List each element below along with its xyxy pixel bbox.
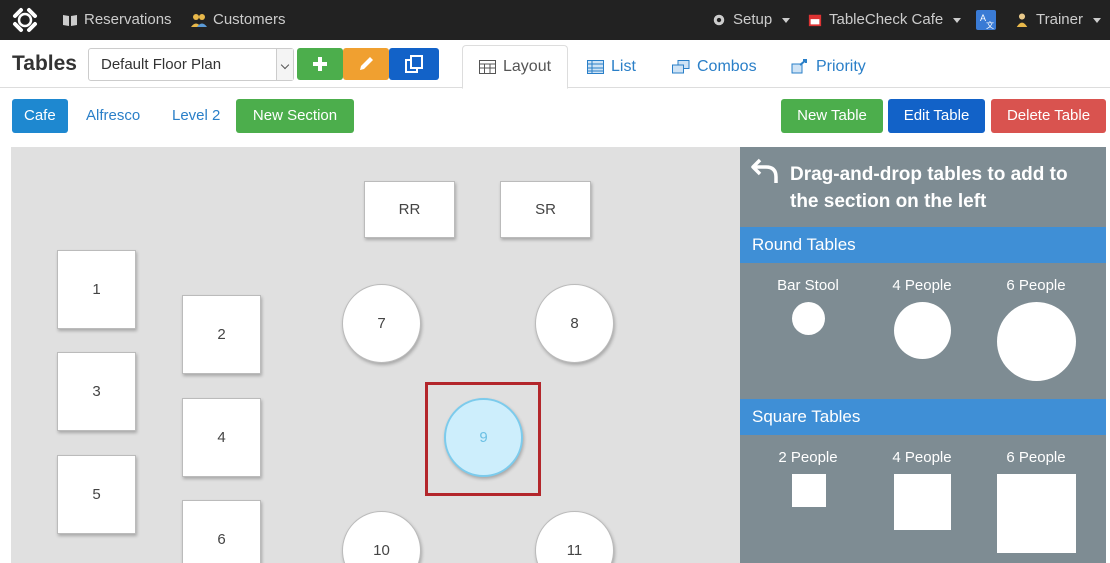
nav-setup[interactable]: Setup [711, 0, 791, 40]
table-rr[interactable]: RR [364, 181, 455, 238]
square-2-people-shape[interactable] [792, 474, 826, 507]
plus-icon [313, 57, 327, 71]
svg-text:文: 文 [986, 20, 994, 30]
chevron-down-icon [953, 17, 962, 23]
table-8[interactable]: 8 [535, 284, 614, 363]
square-2-people-label: 2 People [778, 449, 838, 466]
palette-header: Drag-and-drop tables to add to the secti… [740, 147, 1106, 227]
table-palette: Drag-and-drop tables to add to the secti… [740, 147, 1106, 563]
palette-instruction: Drag-and-drop tables to add to the secti… [790, 164, 1068, 212]
nav-venue-label: TableCheck Cafe [829, 11, 944, 28]
table-sr[interactable]: SR [500, 181, 591, 238]
table-11[interactable]: 11 [535, 511, 614, 563]
nav-reservations[interactable]: Reservations [62, 0, 172, 40]
table-5[interactable]: 5 [57, 455, 136, 534]
floor-plan-value: Default Floor Plan [101, 56, 222, 73]
section-tab-cafe[interactable]: Cafe [12, 99, 68, 133]
nav-user-label: Trainer [1036, 11, 1083, 28]
floor-canvas[interactable]: RR SR 1 2 3 4 5 6 7 8 9 10 11 [11, 147, 740, 563]
list-icon [587, 59, 604, 74]
copy-icon [405, 55, 423, 73]
nav-reservations-label: Reservations [84, 11, 172, 28]
table-10[interactable]: 10 [342, 511, 421, 563]
tab-layout[interactable]: Layout [462, 45, 569, 89]
combos-icon [672, 59, 690, 73]
add-floor-plan-button[interactable] [297, 48, 343, 80]
tab-combos[interactable]: Combos [656, 45, 773, 88]
section-tab-alfresco[interactable]: Alfresco [74, 99, 152, 133]
square-4-people-shape[interactable] [894, 474, 951, 530]
round-bar-stool-shape[interactable] [792, 302, 825, 335]
translate-icon[interactable]: A 文 [976, 10, 996, 30]
users-icon [191, 14, 207, 27]
nav-venue[interactable]: TableCheck Cafe [807, 0, 962, 40]
page-title: Tables [12, 52, 77, 75]
square-tables-heading: Square Tables [740, 399, 1106, 435]
chevron-down-icon [782, 17, 791, 23]
table-6[interactable]: 6 [182, 500, 261, 563]
tables-header: Tables Default Floor Plan Layout List Co… [0, 40, 1110, 89]
nav-customers-label: Customers [213, 11, 286, 28]
user-icon [1016, 13, 1028, 27]
table-9-selected[interactable]: 9 [444, 398, 523, 477]
table-2[interactable]: 2 [182, 295, 261, 374]
table-7[interactable]: 7 [342, 284, 421, 363]
table-4[interactable]: 4 [182, 398, 261, 477]
gear-icon [713, 14, 725, 26]
tab-layout-label: Layout [503, 58, 552, 75]
tab-combos-label: Combos [697, 57, 757, 75]
nav-customers[interactable]: Customers [191, 0, 286, 40]
back-arrow-icon [751, 158, 778, 183]
nav-setup-label: Setup [733, 11, 773, 28]
new-table-button[interactable]: New Table [781, 99, 883, 133]
square-6-people-label: 6 People [1006, 449, 1066, 466]
chevron-down-icon [1092, 17, 1101, 23]
delete-table-button[interactable]: Delete Table [991, 99, 1106, 133]
book-icon [63, 15, 77, 26]
top-navbar: Reservations Customers Setup TableCheck … [0, 0, 1110, 40]
new-section-button[interactable]: New Section [236, 99, 354, 133]
edit-table-button[interactable]: Edit Table [888, 99, 985, 133]
round-4-people-label: 4 People [892, 277, 952, 294]
table-grid-icon [479, 60, 496, 74]
pencil-icon [360, 57, 373, 70]
section-tab-level-2[interactable]: Level 2 [160, 99, 232, 133]
calendar-icon [808, 14, 822, 27]
table-3[interactable]: 3 [57, 352, 136, 431]
edit-floor-plan-button[interactable] [343, 48, 389, 80]
chevron-down-icon [276, 49, 293, 80]
tab-priority-label: Priority [816, 57, 866, 75]
round-6-people-shape[interactable] [997, 302, 1076, 381]
tab-priority[interactable]: Priority [775, 45, 882, 88]
round-tables-heading: Round Tables [740, 227, 1106, 263]
nav-user[interactable]: Trainer [1014, 0, 1101, 40]
floor-plan-select[interactable]: Default Floor Plan [88, 48, 294, 81]
square-4-people-label: 4 People [892, 449, 952, 466]
tab-list-label: List [611, 57, 636, 75]
priority-icon [791, 58, 807, 73]
round-bar-stool-label: Bar Stool [777, 277, 839, 294]
copy-floor-plan-button[interactable] [389, 48, 439, 80]
round-6-people-label: 6 People [1006, 277, 1066, 294]
tab-list[interactable]: List [571, 45, 652, 88]
round-4-people-shape[interactable] [894, 302, 951, 359]
table-1[interactable]: 1 [57, 250, 136, 329]
app-logo-icon[interactable] [12, 7, 38, 33]
square-6-people-shape[interactable] [997, 474, 1076, 553]
